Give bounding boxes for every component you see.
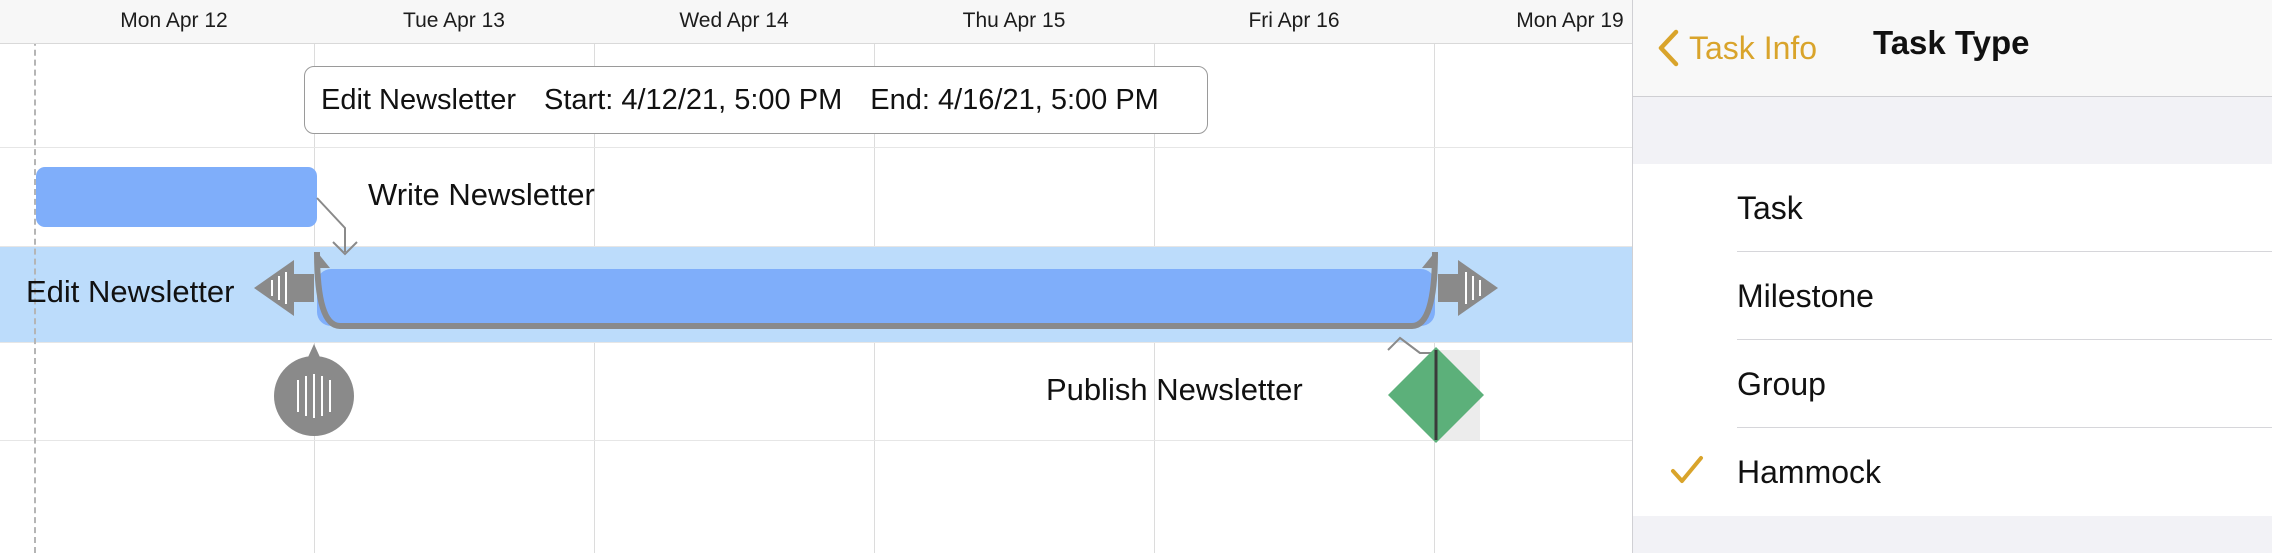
task-type-options: Task Milestone Group Hammock (1633, 164, 2272, 516)
back-button[interactable]: Task Info (1657, 22, 1817, 74)
gantt-overlay (254, 197, 1498, 443)
option-milestone[interactable]: Milestone (1633, 252, 2272, 340)
dependency-arrow (316, 197, 358, 256)
option-label: Hammock (1737, 453, 1882, 490)
back-button-label: Task Info (1689, 29, 1818, 66)
option-hammock[interactable]: Hammock (1633, 428, 2272, 516)
option-label: Milestone (1737, 277, 1874, 314)
option-group[interactable]: Group (1633, 340, 2272, 428)
gantt-chart[interactable]: Mon Apr 12 Tue Apr 13 Wed Apr 14 Thu Apr… (0, 0, 1632, 553)
resize-handle-left-icon[interactable] (254, 260, 314, 316)
navigation-bar: Task Info Task Type (1633, 0, 2272, 97)
drag-handle-icon[interactable] (274, 344, 354, 436)
chevron-left-icon (1658, 29, 1679, 67)
task-type-panel: Task Info Task Type Task Milestone Group… (1632, 0, 2272, 553)
option-label: Task (1737, 189, 1803, 226)
panel-title: Task Type (1873, 24, 2030, 61)
resize-handle-right-icon[interactable] (1438, 260, 1498, 316)
hammock-bracket (314, 251, 1438, 329)
option-task[interactable]: Task (1633, 164, 2272, 252)
option-label: Group (1737, 365, 1826, 402)
checkmark-icon (1671, 456, 1703, 483)
